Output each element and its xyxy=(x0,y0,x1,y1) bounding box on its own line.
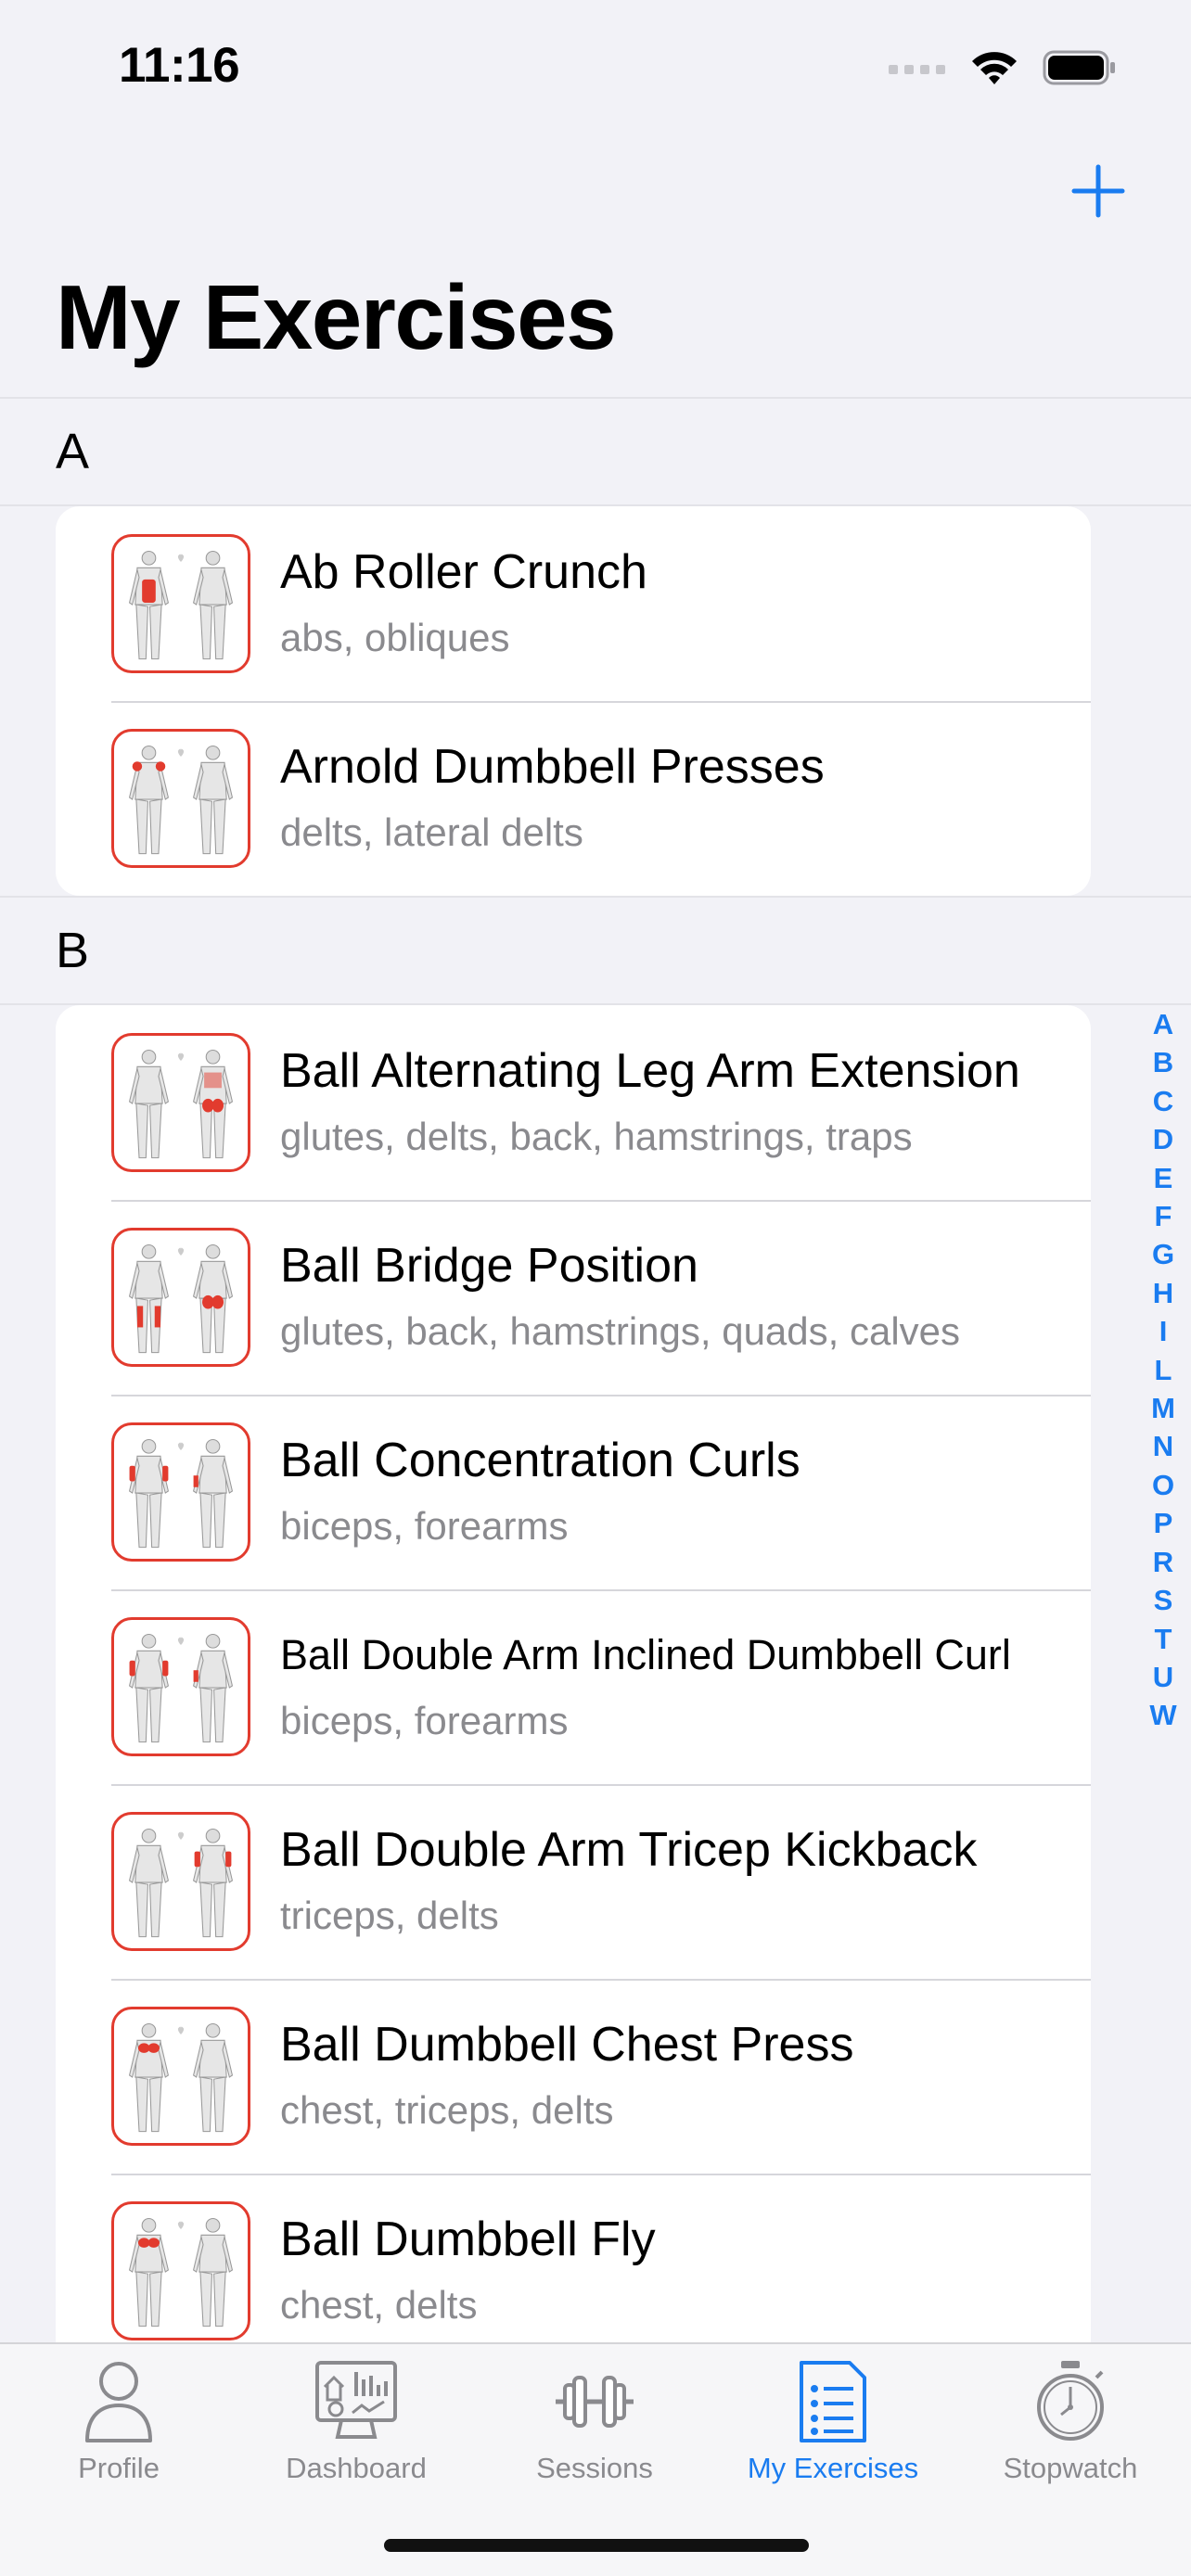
exercise-text: Ball Double Arm Inclined Dumbbell Curl b… xyxy=(280,1626,1011,1748)
muscle-map-thumbnail xyxy=(111,2201,250,2340)
index-letter[interactable]: I xyxy=(1159,1312,1168,1350)
exercise-list[interactable]: A Ab Roller Crunch abs, obliques Arnold … xyxy=(0,397,1191,2342)
tab-label: Sessions xyxy=(536,2452,653,2484)
exercise-title: Ab Roller Crunch xyxy=(280,545,647,599)
index-letter[interactable]: U xyxy=(1153,1658,1173,1696)
battery-icon xyxy=(1043,50,1115,85)
index-letter[interactable]: O xyxy=(1152,1466,1174,1504)
exercise-title: Ball Dumbbell Chest Press xyxy=(280,2018,854,2072)
exercise-muscles: delts, lateral delts xyxy=(280,810,583,854)
status-bar: 11:16 xyxy=(0,0,1191,130)
exercise-row[interactable]: Ball Dumbbell Chest Press chest, triceps… xyxy=(56,1979,1091,2174)
exercise-muscles: abs, obliques xyxy=(280,616,510,659)
muscle-map-thumbnail xyxy=(111,2007,250,2146)
index-letter[interactable]: N xyxy=(1153,1427,1173,1465)
exercise-row[interactable]: Ball Bridge Position glutes, back, hamst… xyxy=(56,1200,1091,1395)
index-letter[interactable]: C xyxy=(1153,1082,1173,1120)
muscle-map-thumbnail xyxy=(111,1228,250,1367)
status-time: 11:16 xyxy=(119,38,240,93)
tab-sessions[interactable]: Sessions xyxy=(476,2359,713,2485)
dashboard-icon xyxy=(315,2361,397,2439)
tab-label: Profile xyxy=(78,2452,160,2484)
status-icons xyxy=(889,45,1117,91)
person-icon xyxy=(85,2362,152,2442)
tab-my-exercises[interactable]: My Exercises xyxy=(714,2359,952,2485)
index-letter[interactable]: R xyxy=(1153,1543,1173,1581)
tab-label: My Exercises xyxy=(747,2452,919,2484)
exercise-muscles: biceps, forearms xyxy=(280,1504,569,1548)
tab-stopwatch[interactable]: Stopwatch xyxy=(952,2359,1189,2485)
index-letter[interactable]: D xyxy=(1153,1120,1173,1158)
exercise-row[interactable]: Ab Roller Crunch abs, obliques xyxy=(56,506,1091,701)
section-header: A xyxy=(0,397,1191,506)
muscle-map-thumbnail xyxy=(111,1033,250,1172)
dumbbell-icon xyxy=(556,2376,634,2428)
index-letter[interactable]: M xyxy=(1151,1389,1175,1427)
page-title: My Exercises xyxy=(56,266,617,368)
index-letter[interactable]: A xyxy=(1153,1005,1173,1043)
exercise-text: Ball Double Arm Tricep Kickback triceps,… xyxy=(280,1820,977,1943)
exercise-row[interactable]: Ball Dumbbell Fly chest, delts xyxy=(56,2174,1091,2342)
exercise-row[interactable]: Ball Alternating Leg Arm Extension glute… xyxy=(56,1005,1091,1200)
index-letter[interactable]: W xyxy=(1149,1696,1176,1734)
exercise-text: Ab Roller Crunch abs, obliques xyxy=(280,542,647,665)
index-letter[interactable]: L xyxy=(1155,1351,1172,1389)
add-exercise-button[interactable] xyxy=(1065,158,1132,224)
exercise-title: Ball Double Arm Tricep Kickback xyxy=(280,1823,978,1877)
section-header: B xyxy=(0,896,1191,1005)
exercise-text: Ball Alternating Leg Arm Extension glute… xyxy=(280,1041,1020,1164)
muscle-map-thumbnail xyxy=(111,534,250,673)
index-letter[interactable]: F xyxy=(1155,1197,1172,1235)
muscle-map-thumbnail xyxy=(111,1422,250,1562)
home-indicator xyxy=(384,2539,809,2552)
tab-profile[interactable]: Profile xyxy=(0,2359,237,2485)
muscle-map-thumbnail xyxy=(111,1617,250,1756)
exercise-title: Ball Dumbbell Fly xyxy=(280,2213,656,2266)
exercise-text: Arnold Dumbbell Presses delts, lateral d… xyxy=(280,737,825,860)
muscle-map-thumbnail xyxy=(111,729,250,868)
exercise-group-card: Ab Roller Crunch abs, obliques Arnold Du… xyxy=(56,506,1091,896)
index-letter[interactable]: P xyxy=(1154,1504,1173,1542)
exercise-title: Ball Alternating Leg Arm Extension xyxy=(280,1044,1020,1098)
exercise-group-card: Ball Alternating Leg Arm Extension glute… xyxy=(56,1005,1091,2342)
muscle-map-thumbnail xyxy=(111,1812,250,1951)
exercise-muscles: chest, triceps, delts xyxy=(280,2088,614,2132)
exercise-row[interactable]: Ball Concentration Curls biceps, forearm… xyxy=(56,1395,1091,1589)
index-letter[interactable]: T xyxy=(1155,1620,1172,1658)
exercise-row[interactable]: Ball Double Arm Tricep Kickback triceps,… xyxy=(56,1784,1091,1979)
exercise-text: Ball Concentration Curls biceps, forearm… xyxy=(280,1431,800,1553)
exercise-muscles: glutes, delts, back, hamstrings, traps xyxy=(280,1115,913,1158)
exercise-muscles: biceps, forearms xyxy=(280,1699,569,1742)
exercise-title: Ball Bridge Position xyxy=(280,1239,698,1293)
exercise-muscles: triceps, delts xyxy=(280,1894,499,1937)
index-letter[interactable]: B xyxy=(1153,1043,1173,1081)
exercise-title: Ball Double Arm Inclined Dumbbell Curl xyxy=(280,1631,1011,1678)
stopwatch-icon xyxy=(1037,2361,1104,2441)
list-document-icon xyxy=(800,2361,866,2442)
exercise-muscles: chest, delts xyxy=(280,2283,478,2327)
tab-label: Dashboard xyxy=(286,2452,427,2484)
exercise-title: Arnold Dumbbell Presses xyxy=(280,740,825,794)
index-letter[interactable]: G xyxy=(1152,1235,1174,1273)
index-letter[interactable]: S xyxy=(1154,1581,1173,1619)
tab-label: Stopwatch xyxy=(1003,2452,1138,2484)
exercise-row[interactable]: Ball Double Arm Inclined Dumbbell Curl b… xyxy=(56,1589,1091,1784)
tab-dashboard[interactable]: Dashboard xyxy=(237,2359,475,2485)
wifi-icon xyxy=(972,52,1017,84)
index-letter[interactable]: E xyxy=(1154,1159,1173,1197)
exercise-title: Ball Concentration Curls xyxy=(280,1434,800,1487)
section-index-bar[interactable]: ABCDEFGHILMNOPRSTUW xyxy=(1143,1005,1184,1735)
exercise-muscles: glutes, back, hamstrings, quads, calves xyxy=(280,1309,961,1353)
index-letter[interactable]: H xyxy=(1153,1274,1173,1312)
exercise-text: Ball Dumbbell Chest Press chest, triceps… xyxy=(280,2015,853,2137)
exercise-row[interactable]: Arnold Dumbbell Presses delts, lateral d… xyxy=(56,701,1091,896)
cellular-signal-icon xyxy=(889,65,945,74)
exercise-text: Ball Bridge Position glutes, back, hamst… xyxy=(280,1236,960,1358)
exercise-text: Ball Dumbbell Fly chest, delts xyxy=(280,2210,656,2332)
plus-icon xyxy=(1071,164,1125,218)
